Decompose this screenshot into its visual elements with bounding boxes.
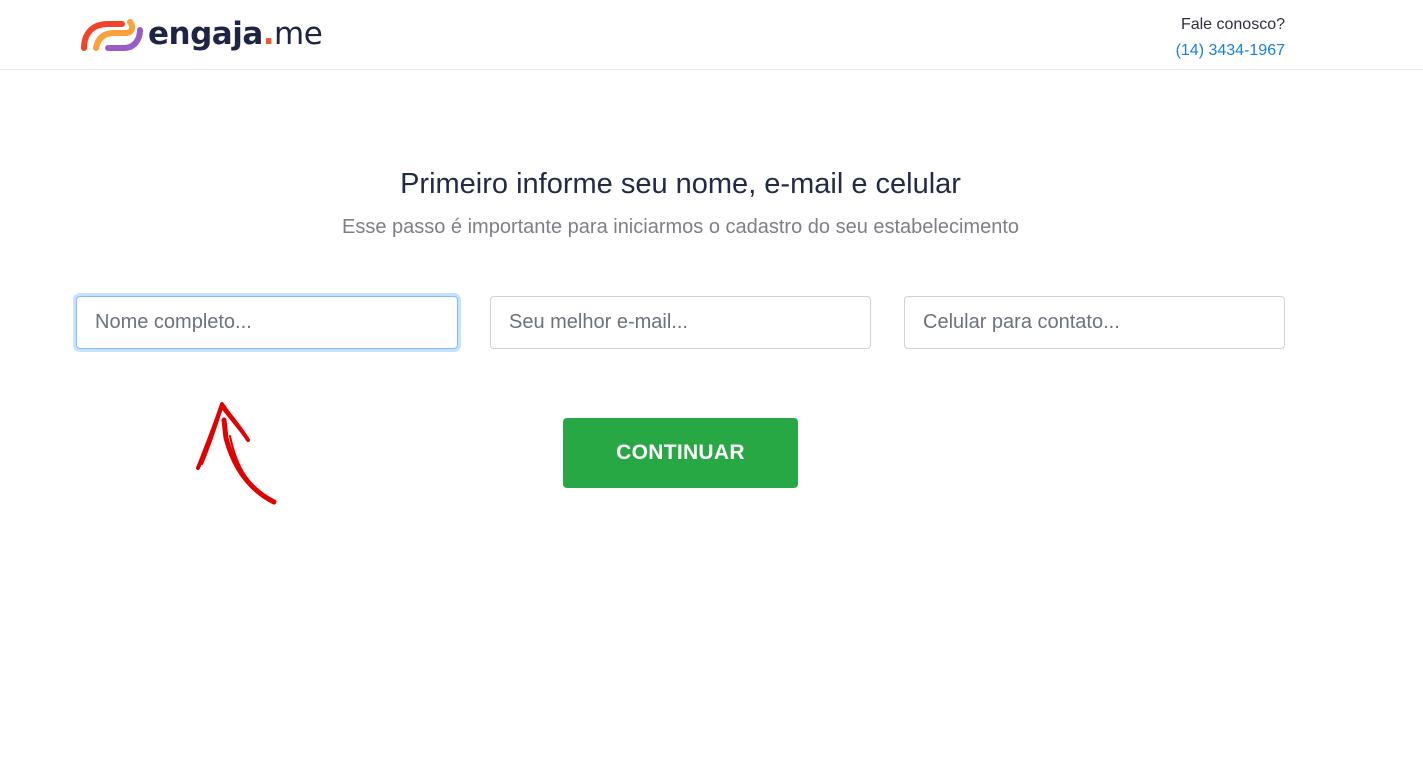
email-input[interactable]	[490, 296, 871, 349]
site-header: engaja.me Fale conosco? (14) 3434-1967	[0, 0, 1423, 70]
page-title: Primeiro informe seu nome, e-mail e celu…	[400, 168, 961, 200]
contact-label: Fale conosco?	[1180, 16, 1285, 33]
logo-brand: engaja	[148, 15, 263, 52]
contact-block: Fale conosco? (14) 3434-1967	[1176, 12, 1285, 64]
phone-input[interactable]	[904, 296, 1285, 349]
logo[interactable]: engaja.me	[78, 14, 323, 54]
logo-wordmark: engaja.me	[148, 15, 323, 52]
full-name-input[interactable]	[76, 296, 458, 349]
red-arrow-icon	[196, 402, 277, 505]
logo-mark-icon	[81, 19, 143, 51]
logo-dot: .	[262, 15, 275, 52]
page-subtitle: Esse passo é importante para iniciarmos …	[341, 216, 1020, 238]
logo-tld: me	[274, 15, 323, 52]
contact-phone-link[interactable]: (14) 3434-1967	[1176, 38, 1285, 64]
continue-button[interactable]: CONTINUAR	[563, 418, 798, 488]
